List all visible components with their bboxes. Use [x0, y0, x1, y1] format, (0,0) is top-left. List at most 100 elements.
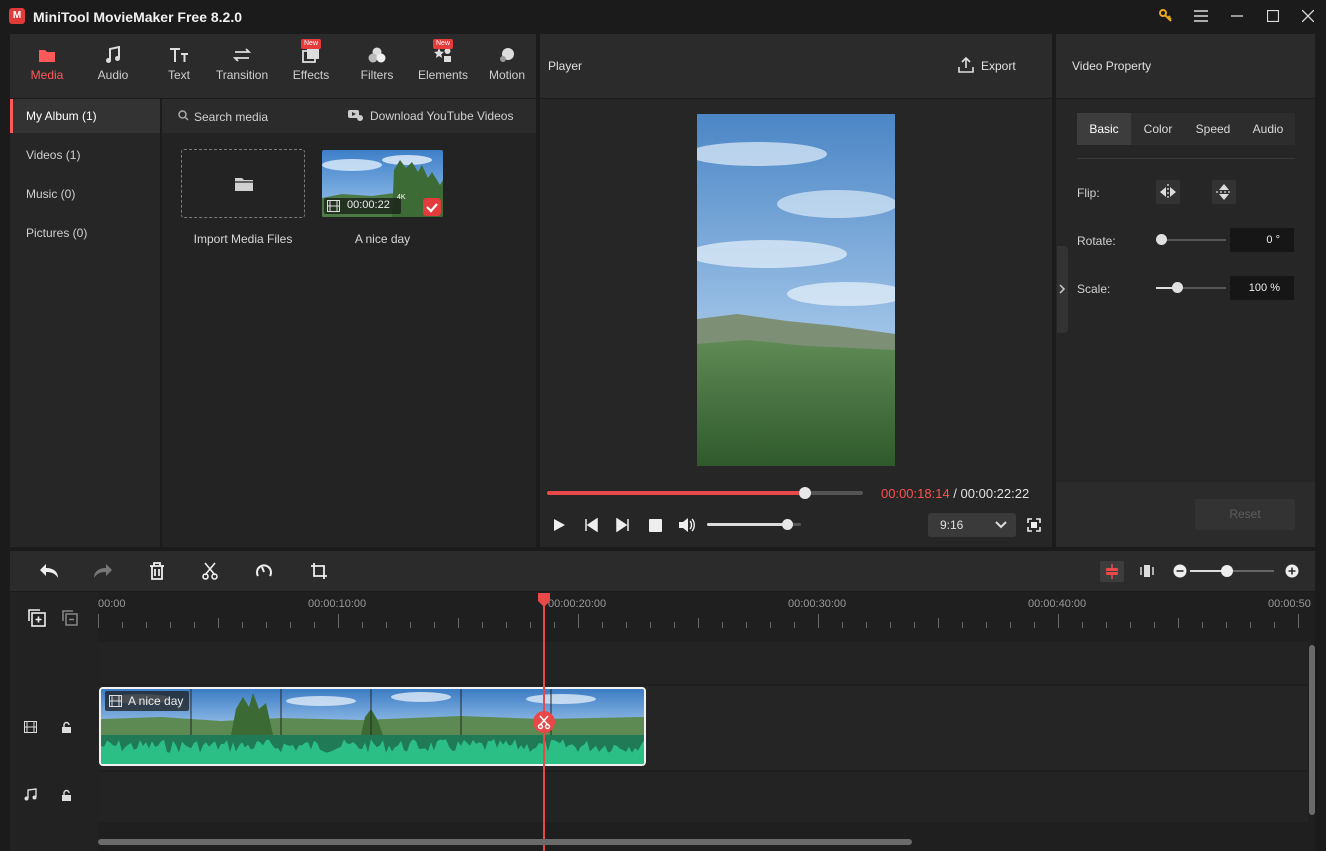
- playhead-handle[interactable]: [537, 593, 551, 607]
- volume-icon[interactable]: [678, 517, 696, 533]
- ruler-tick-marks: [98, 614, 1299, 628]
- tab-transition[interactable]: Transition: [211, 34, 273, 98]
- remove-track-icon[interactable]: [62, 610, 78, 626]
- zoom-in-icon[interactable]: [1285, 564, 1299, 578]
- import-media-label: Import Media Files: [193, 232, 293, 246]
- music-note-icon: [106, 46, 120, 63]
- preview-image: [697, 114, 895, 466]
- chevron-down-icon: [995, 521, 1007, 529]
- zoom-knob[interactable]: [1221, 565, 1233, 577]
- tab-filters[interactable]: Filters: [346, 34, 408, 98]
- delete-icon[interactable]: [149, 562, 165, 580]
- property-panel: [1056, 99, 1315, 547]
- volume-slider[interactable]: [707, 519, 801, 530]
- close-button[interactable]: [1297, 6, 1319, 26]
- tab-color[interactable]: Color: [1131, 113, 1185, 145]
- fit-timeline-icon[interactable]: [1139, 563, 1155, 579]
- crop-icon[interactable]: [310, 562, 328, 580]
- property-title: Video Property: [1072, 59, 1152, 73]
- media-clip-name: A nice day: [354, 232, 411, 246]
- lock-icon[interactable]: [61, 721, 72, 734]
- aspect-ratio-value: 9:16: [940, 518, 964, 532]
- flip-horizontal-icon: [1160, 184, 1176, 200]
- rotate-value-input[interactable]: 0 °: [1230, 228, 1294, 252]
- vertical-scrollbar[interactable]: [1309, 645, 1315, 815]
- split-button[interactable]: [533, 711, 555, 733]
- fullscreen-icon[interactable]: [1027, 518, 1041, 532]
- folder-icon: [235, 178, 253, 191]
- minimize-button[interactable]: [1226, 6, 1248, 26]
- zoom-out-icon[interactable]: [1173, 564, 1187, 578]
- tab-text[interactable]: Text: [148, 34, 210, 98]
- rotate-label: Rotate:: [1077, 234, 1116, 248]
- progress-knob[interactable]: [798, 487, 811, 499]
- undo-icon[interactable]: [39, 563, 59, 579]
- tab-elements-label: Elements: [417, 68, 469, 82]
- progress-fill: [547, 491, 805, 495]
- zoom-slider[interactable]: [1190, 565, 1274, 577]
- export-label: Export: [981, 59, 1016, 73]
- tab-audio-label: Audio: [97, 68, 129, 82]
- clip-duration: 00:00:22: [347, 199, 390, 211]
- album-item-my-album[interactable]: My Album (1): [10, 99, 160, 133]
- ruler-label: 00:00:50: [1268, 598, 1311, 610]
- tab-motion[interactable]: Motion: [478, 34, 536, 98]
- progress-track[interactable]: [547, 487, 863, 499]
- stop-button[interactable]: [649, 519, 662, 532]
- current-time: 00:00:18:14: [881, 486, 950, 501]
- tab-effects[interactable]: New Effects: [280, 34, 342, 98]
- maximize-button[interactable]: [1262, 6, 1284, 26]
- video-clip[interactable]: A nice day: [99, 687, 646, 766]
- album-item-music[interactable]: Music (0): [10, 177, 160, 211]
- scale-slider[interactable]: [1156, 282, 1226, 293]
- media-clip-thumbnail[interactable]: 00:00:22 4K: [322, 150, 443, 217]
- add-track-icon[interactable]: [28, 609, 46, 627]
- download-youtube-button[interactable]: Download YouTube Videos: [370, 109, 513, 123]
- motion-icon: [500, 48, 514, 62]
- divider: [1077, 158, 1295, 159]
- flip-vertical-button[interactable]: [1212, 180, 1236, 204]
- scale-knob[interactable]: [1172, 282, 1183, 293]
- player-header: Player Export: [540, 34, 1052, 98]
- album-item-pictures[interactable]: Pictures (0): [10, 216, 160, 250]
- redo-icon[interactable]: [93, 563, 113, 579]
- export-icon: [958, 57, 974, 73]
- speed-icon[interactable]: [255, 562, 273, 580]
- property-header: Video Property: [1056, 34, 1315, 98]
- tab-basic[interactable]: Basic: [1077, 113, 1131, 145]
- film-icon: [109, 695, 122, 707]
- flip-horizontal-button[interactable]: [1156, 180, 1180, 204]
- key-icon[interactable]: [1155, 6, 1177, 26]
- album-item-videos[interactable]: Videos (1): [10, 138, 160, 172]
- previous-frame-button[interactable]: [584, 518, 598, 532]
- empty-track-row: [98, 642, 1308, 684]
- reset-button[interactable]: Reset: [1195, 499, 1295, 530]
- scale-value-input[interactable]: 100 %: [1230, 276, 1294, 300]
- rotate-knob[interactable]: [1156, 234, 1167, 245]
- search-input[interactable]: Search media: [194, 110, 268, 124]
- tab-elements[interactable]: New Elements: [412, 34, 474, 98]
- snap-toggle[interactable]: [1100, 561, 1124, 582]
- aspect-ratio-select[interactable]: 9:16: [928, 513, 1016, 537]
- tab-audio[interactable]: Audio: [82, 34, 144, 98]
- ruler-label: 00:00:30:00: [788, 598, 847, 610]
- track-headers: [10, 592, 98, 851]
- import-media-button[interactable]: [181, 149, 305, 218]
- next-frame-button[interactable]: [616, 518, 630, 532]
- collapse-panel-button[interactable]: [1057, 246, 1068, 333]
- time-separator: /: [949, 486, 961, 501]
- scale-label: Scale:: [1077, 282, 1111, 296]
- rotate-slider[interactable]: [1156, 234, 1226, 245]
- lock-icon[interactable]: [61, 789, 72, 802]
- tab-audio-property[interactable]: Audio: [1241, 113, 1295, 145]
- volume-knob[interactable]: [781, 519, 793, 530]
- tab-media-label: Media: [30, 68, 64, 82]
- horizontal-scrollbar[interactable]: [98, 839, 912, 845]
- play-button[interactable]: [552, 518, 566, 532]
- export-button[interactable]: Export: [956, 54, 1036, 78]
- scissors-icon[interactable]: [202, 562, 218, 580]
- tab-speed[interactable]: Speed: [1185, 113, 1241, 145]
- timeline-toolbar: [10, 551, 1315, 591]
- menu-icon[interactable]: [1190, 6, 1212, 26]
- tab-media[interactable]: Media: [16, 34, 78, 98]
